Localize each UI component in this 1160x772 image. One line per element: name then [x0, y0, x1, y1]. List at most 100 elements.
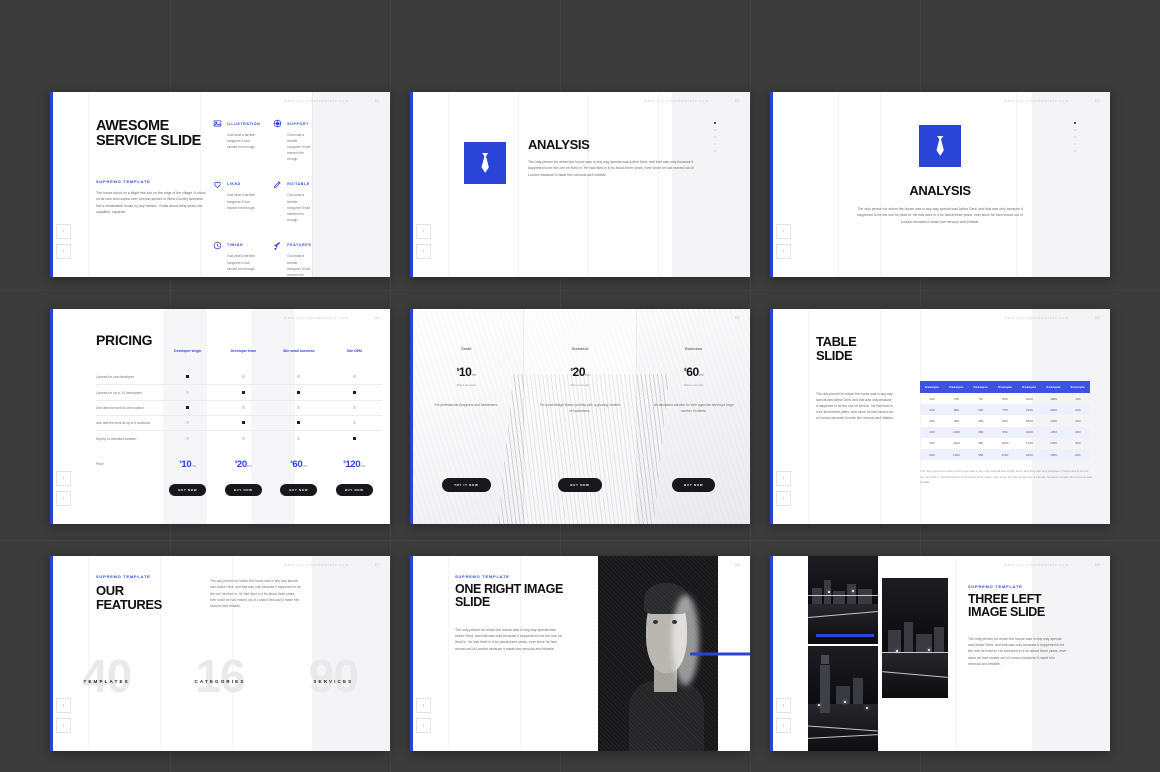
table-cell: 1700 [1025, 441, 1033, 446]
slide-nav[interactable]: › ‹ [416, 698, 431, 733]
slide-grid: www.supremotemplate.com 01 AWESOME SERVI… [50, 92, 1110, 752]
pricing-card[interactable]: Small $10/mo Billed annually For profess… [410, 309, 524, 524]
next-slide-button[interactable]: › [416, 698, 431, 713]
next-slide-button[interactable]: › [56, 224, 71, 239]
dot-indicator-active[interactable] [1074, 122, 1076, 124]
dot-indicator[interactable] [714, 129, 716, 131]
price-period: /mo [302, 463, 307, 468]
prev-slide-button[interactable]: ‹ [776, 244, 791, 259]
slide-nav[interactable]: › ‹ [416, 224, 431, 259]
column-guide [588, 92, 589, 277]
next-slide-button[interactable]: › [776, 698, 791, 713]
table-cell: 1800 [1017, 448, 1042, 461]
prev-slide-button[interactable]: ‹ [776, 718, 791, 733]
table-cell: 100 [929, 396, 935, 401]
pricing-card[interactable]: Business $60/mo Billed annually An advan… [637, 309, 750, 524]
pricing-button-blank [96, 475, 160, 501]
next-slide-button[interactable]: › [416, 224, 431, 239]
slide-nav[interactable]: › ‹ [56, 698, 71, 733]
dot-indicator[interactable] [1074, 129, 1076, 131]
pricing-price-cell: $60/mo [271, 446, 327, 475]
slide-nav[interactable]: › ‹ [776, 698, 791, 733]
buy-now-button[interactable]: BUY NOW [224, 484, 262, 497]
slide-pricing-cards[interactable]: 05 Small $10/mo Billed annually For prof… [410, 309, 750, 524]
prev-slide-button[interactable]: ‹ [56, 718, 71, 733]
table-cell: 950 [992, 426, 1018, 438]
dot-indicator[interactable] [1074, 136, 1076, 138]
pricing-mark [271, 415, 327, 431]
slide-title: OUR FEATURES [96, 583, 162, 612]
pricing-mark [216, 370, 272, 385]
slide-header: 08 [735, 563, 740, 567]
dot-indicator[interactable] [714, 136, 716, 138]
prev-slide-button[interactable]: ‹ [416, 718, 431, 733]
next-slide-button[interactable]: › [56, 698, 71, 713]
image-collage [808, 556, 956, 751]
buy-now-button[interactable]: BUY NOW [335, 484, 373, 497]
pricing-button-cell[interactable]: BUY NOW [327, 475, 383, 501]
slide-nav[interactable]: › ‹ [56, 471, 71, 506]
buy-now-button[interactable]: BUY NOW [280, 484, 318, 497]
slide-number: 06 [1095, 316, 1100, 320]
stat-label: CATEGORIES [194, 678, 246, 684]
pricing-mark [271, 430, 327, 446]
prev-slide-button[interactable]: ‹ [56, 244, 71, 259]
pricing-button-cell[interactable]: BUY NOW [160, 475, 216, 501]
pricing-button-cell[interactable]: BUY NOW [271, 475, 327, 501]
slide-body: The only person for whom the house was i… [528, 159, 694, 177]
table-cell: 1000 [944, 426, 969, 438]
feature-text: God what a terrible hangover it had earn… [287, 193, 311, 222]
price-period: /mo [360, 463, 365, 468]
slide-analysis-left[interactable]: www.supremotemplate.com 02 ANALYSIS The … [410, 92, 750, 277]
buy-now-button[interactable]: BUY NOW [671, 478, 716, 492]
slide-body: The only person for whom the house was i… [968, 636, 1067, 667]
pricing-card[interactable]: Standard $20/mo Billed annually For smal… [523, 309, 638, 524]
next-slide-button[interactable]: › [776, 471, 791, 486]
accent-bar [816, 634, 874, 637]
slide-our-features[interactable]: www.supremotemplate.com 07 SUPREMO TEMPL… [50, 556, 390, 751]
dot-indicator[interactable] [1074, 150, 1076, 152]
pricing-button-row: BUY NOW BUY NOW BUY NOW BUY NOW [96, 475, 382, 501]
price-amount: 60 [686, 365, 699, 379]
slide-one-right-image[interactable]: 08 SUPREMO TEMPLATE ONE RIGHT IMAGE SLID… [410, 556, 750, 751]
slide-dot-nav[interactable] [714, 122, 716, 152]
next-slide-button[interactable]: › [56, 471, 71, 486]
try-it-now-button[interactable]: TRY IT NOW [442, 478, 491, 492]
slide-table[interactable]: www.supremotemplate.com 06 TABLE SLIDE T… [770, 309, 1110, 524]
slide-nav[interactable]: › ‹ [56, 224, 71, 259]
analysis-text: ANALYSIS The only person for whom the ho… [528, 138, 703, 178]
pricing-feature-row: Use derived work at up to 5 locations [96, 415, 382, 431]
dot-indicator[interactable] [714, 143, 716, 145]
slide-pricing-table[interactable]: www.supremotemplate.com 04 PRICING Devel… [50, 309, 390, 524]
stat-number: 40 [82, 650, 132, 702]
next-slide-button[interactable]: › [776, 224, 791, 239]
buy-now-button[interactable]: BUY NOW [169, 484, 207, 497]
table-header-row: Example Example Example Example Example … [920, 381, 1090, 393]
column-guide [312, 92, 313, 277]
slide-dot-nav[interactable] [1074, 122, 1076, 152]
table-column-header: Example [992, 381, 1018, 393]
tie-icon [919, 125, 961, 167]
slide-number: 05 [735, 316, 740, 320]
feature-header: SUPPORT [273, 119, 311, 128]
table-cell: 300 [929, 418, 935, 423]
slide-nav[interactable]: › ‹ [776, 224, 791, 259]
prev-slide-button[interactable]: ‹ [776, 491, 791, 506]
price-amount: 20 [236, 458, 247, 470]
slide-title: TABLE SLIDE [816, 334, 857, 363]
slide-three-left-image[interactable]: www.supremotemplate.com 09 SUPREMO TEMPL… [770, 556, 1110, 751]
buy-now-button[interactable]: BUY NOW [558, 478, 602, 492]
table-column-header: Example [968, 381, 993, 393]
pricing-row-label: License for one developer [96, 375, 134, 380]
dot-indicator[interactable] [1074, 143, 1076, 145]
site-url: www.supremotemplate.com [284, 316, 349, 320]
slide-awesome-service[interactable]: www.supremotemplate.com 01 AWESOME SERVI… [50, 92, 390, 277]
prev-slide-button[interactable]: ‹ [56, 491, 71, 506]
slide-nav[interactable]: › ‹ [776, 471, 791, 506]
table-cell: 600 [1065, 448, 1090, 461]
prev-slide-button[interactable]: ‹ [416, 244, 431, 259]
pricing-button-cell[interactable]: BUY NOW [216, 475, 272, 501]
dot-indicator[interactable] [714, 150, 716, 152]
dot-indicator-active[interactable] [714, 122, 716, 124]
slide-analysis-center[interactable]: www.supremotemplate.com 03 ANALYSIS The … [770, 92, 1110, 277]
